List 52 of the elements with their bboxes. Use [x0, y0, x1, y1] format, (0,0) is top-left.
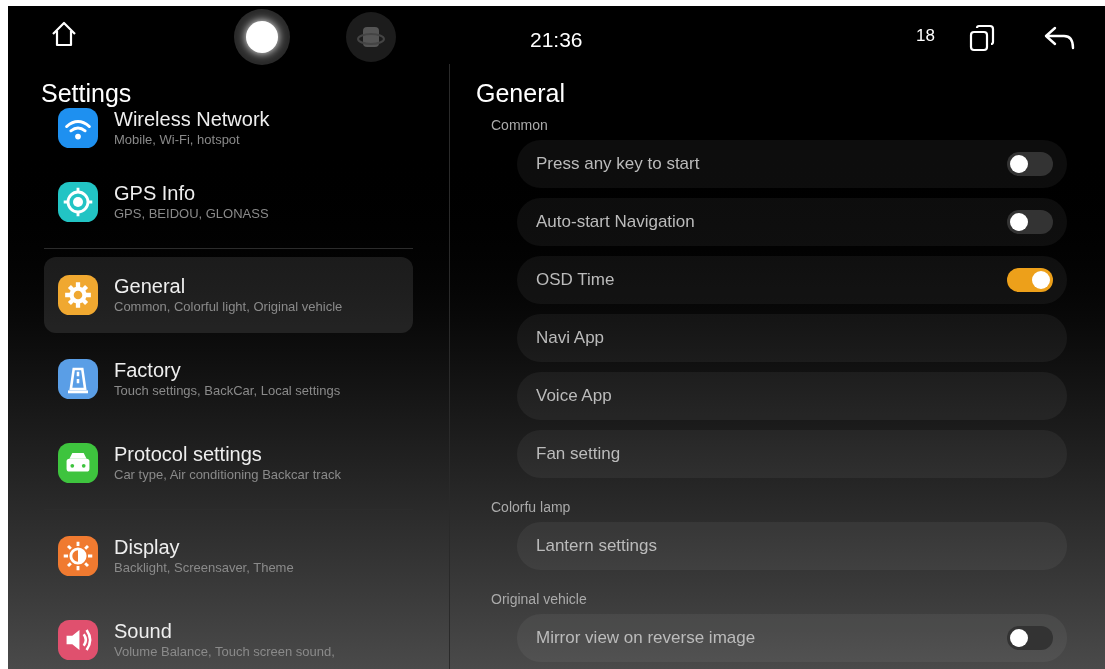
item-subtitle: Backlight, Screensaver, Theme	[114, 559, 294, 577]
menu-item[interactable]: General Common, Colorful light, Original vehicle	[44, 257, 413, 333]
setting-label: Lantern settings	[536, 535, 657, 558]
car-icon[interactable]	[345, 11, 397, 63]
item-subtitle: GPS, BEIDOU, GLONASS	[114, 205, 269, 223]
menu-item[interactable]: Display Backlight, Screensaver, Theme	[44, 518, 413, 594]
item-subtitle: Volume Balance, Touch screen sound,	[114, 643, 335, 661]
item-title: Wireless Network	[114, 107, 270, 131]
toggle-switch[interactable]	[1007, 268, 1053, 292]
item-subtitle: Car type, Air conditioning Backcar track	[114, 466, 341, 484]
setting-label: Auto-start Navigation	[536, 211, 695, 234]
item-title: GPS Info	[114, 181, 197, 205]
toggle-row[interactable]: OSD Time	[517, 256, 1067, 304]
panel-title: General	[476, 78, 566, 108]
item-title: Sound	[114, 619, 173, 643]
setting-row[interactable]: Fan setting	[517, 430, 1067, 478]
menu-item[interactable]: GPS Info GPS, BEIDOU, GLONASS	[44, 164, 413, 240]
item-title: Protocol settings	[114, 442, 263, 466]
item-title: General	[114, 274, 187, 298]
setting-row[interactable]: Lantern settings	[517, 522, 1067, 570]
setting-label: Navi App	[536, 327, 605, 350]
menu-item[interactable]: Protocol settings Car type, Air conditioning Backcar track	[44, 425, 413, 501]
setting-label: Fan setting	[536, 443, 621, 466]
setting-label: Mirror view on reverse image	[536, 627, 756, 650]
toggle-row[interactable]: Auto-start Navigation	[517, 198, 1067, 246]
section-label: Common	[490, 116, 549, 134]
setting-label: Press any key to start	[536, 153, 700, 176]
menu-item[interactable]: Sound Volume Balance, Touch screen sound,	[44, 602, 413, 669]
setting-label: OSD Time	[536, 269, 615, 292]
setting-label: Voice App	[536, 385, 612, 408]
item-title: Display	[114, 535, 181, 559]
setting-row[interactable]: Navi App	[517, 314, 1067, 362]
sidebar-title: Settings	[40, 78, 133, 108]
setting-row[interactable]: Voice App	[517, 372, 1067, 420]
toggle-row[interactable]: Press any key to start	[517, 140, 1067, 188]
toggle-switch[interactable]	[1007, 152, 1053, 176]
assistant-button[interactable]	[234, 9, 290, 65]
item-subtitle: Mobile, Wi-Fi, hotspot	[114, 131, 241, 149]
clock-time: 21:36	[530, 27, 583, 53]
item-title: Factory	[114, 358, 182, 382]
toggle-row[interactable]: Mirror view on reverse image	[517, 614, 1067, 662]
section-label: Original vehicle	[490, 590, 588, 608]
home-icon[interactable]	[50, 20, 78, 48]
toggle-switch[interactable]	[1007, 210, 1053, 234]
menu-item[interactable]: Factory Touch settings, BackCar, Local settings	[44, 341, 413, 417]
back-icon[interactable]	[1044, 26, 1076, 50]
toggle-switch[interactable]	[1007, 626, 1053, 650]
notification-count: 18	[916, 25, 935, 47]
section-label: Colorfu lamp	[490, 498, 572, 516]
item-subtitle: Touch settings, BackCar, Local settings	[114, 382, 341, 400]
recent-apps-icon[interactable]	[969, 24, 995, 52]
item-subtitle: Common, Colorful light, Original vehicle	[114, 298, 343, 316]
